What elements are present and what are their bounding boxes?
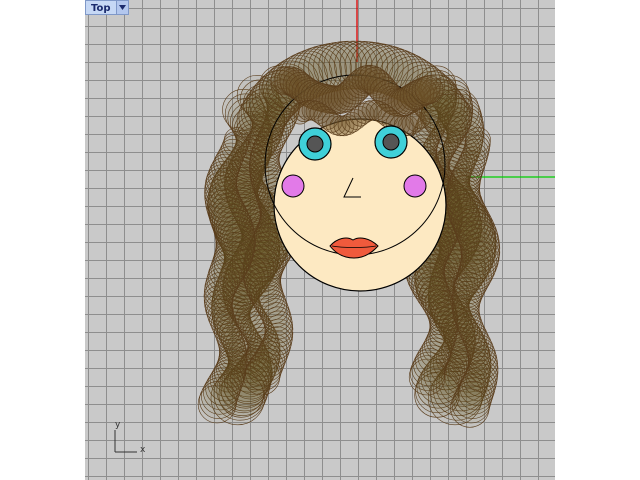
right-cheek	[403, 174, 427, 198]
axis-indicator: x y	[114, 420, 146, 455]
drawing-canvas[interactable]: x y	[85, 0, 555, 480]
triangle-down-icon[interactable]	[115, 0, 129, 15]
viewport-title-tab[interactable]: Top	[85, 0, 129, 15]
top-viewport[interactable]: Top x y	[85, 0, 555, 480]
left-cheek	[281, 174, 305, 198]
axis-x-label: x	[140, 445, 146, 455]
left-eye	[298, 127, 332, 161]
viewport-name[interactable]: Top	[85, 0, 116, 15]
right-eye	[374, 125, 408, 159]
axis-y-label: y	[115, 420, 121, 430]
